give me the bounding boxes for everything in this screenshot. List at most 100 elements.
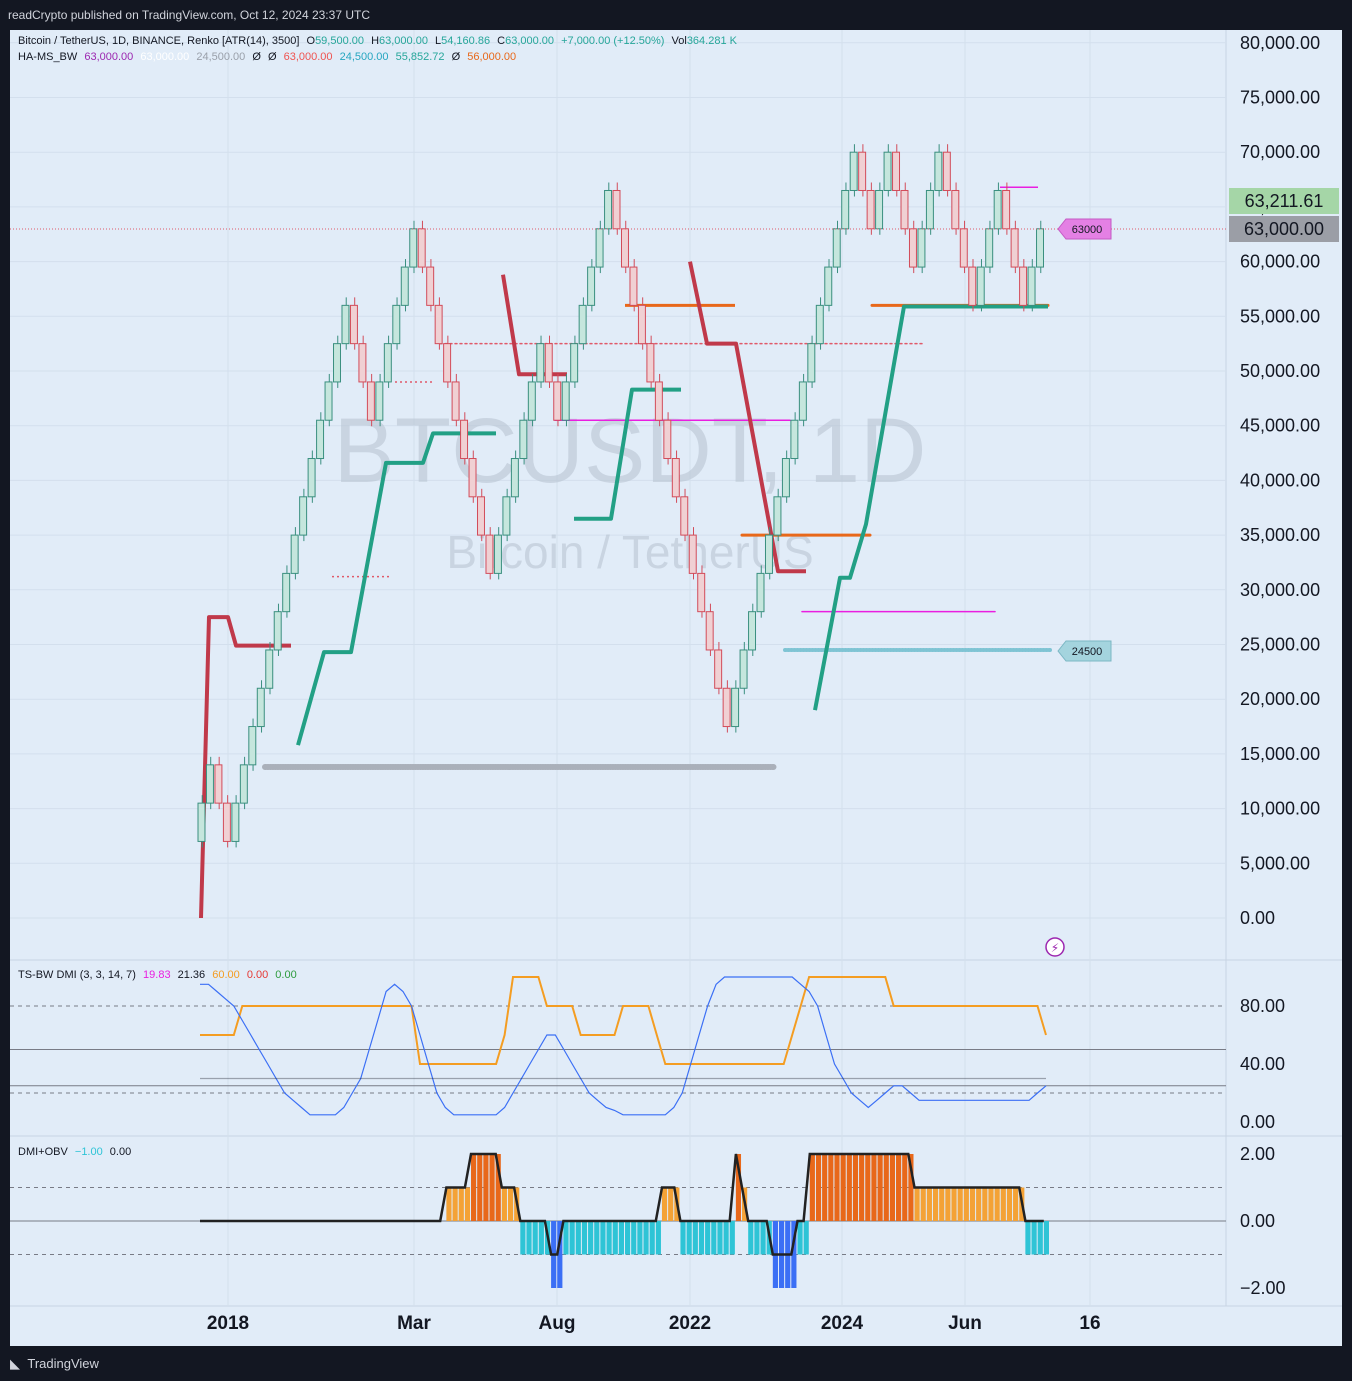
renko-brick-down [680, 496, 689, 536]
obv-bar [471, 1154, 477, 1221]
change-value: +7,000.00 (+12.50%) [561, 35, 665, 47]
renko-brick-down [637, 304, 646, 345]
obv-bar [988, 1187, 994, 1221]
obv-bar [865, 1154, 871, 1221]
obv-bar [822, 1154, 828, 1221]
renko-brick-down [1002, 189, 1011, 230]
renko-brick-down [654, 381, 663, 421]
obv-bar [489, 1154, 495, 1221]
y-tick-label: 75,000.00 [1240, 88, 1320, 108]
indicator-name: HA-MS_BW [18, 51, 78, 63]
obv-bar [631, 1221, 637, 1255]
y-tick-label: 70,000.00 [1240, 142, 1320, 162]
y-tick-label: 40,000.00 [1240, 470, 1320, 490]
renko-brick-down [468, 458, 477, 498]
renko-brick-up [375, 381, 384, 421]
renko-brick-down [671, 458, 680, 498]
chart-frame[interactable]: BTCUSDT, 1D Bitcoin / TetherUS 80.00 40.0… [10, 30, 1342, 1346]
indicator-value-1: 63,000.00 [84, 51, 134, 63]
dmi-value-2: 21.36 [177, 969, 206, 981]
obv-bar [957, 1187, 963, 1221]
footer-bar: ◣ TradingView [0, 1346, 1352, 1381]
alert-icon[interactable]: ⚡ [1045, 937, 1065, 957]
volume-value: 364.281 K [686, 35, 737, 47]
footer-brand: TradingView [27, 1356, 99, 1371]
renko-brick-up [239, 764, 248, 804]
obv-bar [1006, 1187, 1013, 1221]
obv-bar [951, 1187, 957, 1221]
obv-bar [932, 1187, 939, 1221]
obv-bar [625, 1221, 631, 1255]
dmi-value-1: 19.83 [143, 969, 171, 981]
obv-bar [705, 1221, 711, 1255]
obv-bar [846, 1154, 852, 1221]
renko-brick-up [587, 266, 596, 306]
renko-brick-up [256, 687, 265, 728]
y-tick-label: 55,000.00 [1240, 306, 1320, 326]
dmi-y-tick: 0.00 [1240, 1112, 1275, 1132]
obv-bar [446, 1187, 452, 1221]
y-tick-label: 60,000.00 [1240, 252, 1320, 272]
obv-bar [1043, 1221, 1049, 1255]
renko-brick-up [493, 534, 502, 574]
indicator-value-2: 63,000.00 [140, 51, 190, 63]
obv-bar [649, 1221, 655, 1255]
label-63000-text: 63000 [1072, 224, 1103, 236]
high-label: H [371, 35, 380, 47]
last-price-text: 63,211.61 [1245, 191, 1324, 211]
renko-brick-up [282, 572, 291, 613]
obv-bar [883, 1154, 889, 1221]
dmi-legend: TS-BW DMI (3, 3, 14, 7) 19.83 21.36 60.0… [18, 969, 301, 981]
renko-brick-up [764, 534, 773, 574]
renko-brick-up [570, 343, 579, 383]
obv-bar [926, 1187, 932, 1221]
obv-bar [859, 1154, 865, 1221]
renko-brick-down [908, 228, 917, 268]
renko-brick-down [443, 343, 452, 383]
renko-brick-down [553, 381, 562, 421]
obv-bar [501, 1187, 507, 1221]
renko-brick-down [426, 266, 435, 306]
renko-brick-down [222, 802, 231, 842]
renko-brick-up [917, 228, 926, 268]
indicator-legend: HA-MS_BW 63,000.00 63,000.00 24,500.00 Ø… [18, 51, 520, 63]
obv-bar [711, 1221, 717, 1255]
obv-legend: DMI+OBV −1.00 0.00 [18, 1146, 135, 1158]
indicator-value-7: 24,500.00 [339, 51, 389, 63]
obv-bar [1031, 1221, 1037, 1255]
renko-brick-up [925, 189, 934, 230]
y-tick-label: 30,000.00 [1240, 580, 1320, 600]
obv-bar [1000, 1187, 1006, 1221]
dmi-value-4: 0.00 [246, 969, 269, 981]
obv-bar [643, 1221, 649, 1255]
renko-brick-down [460, 419, 469, 460]
renko-brick-up [197, 802, 206, 842]
y-tick-label: 20,000.00 [1240, 689, 1320, 709]
renko-brick-up [1036, 228, 1045, 268]
dmi-pane[interactable] [10, 960, 1226, 1136]
renko-brick-down [646, 343, 655, 383]
obv-bar [939, 1187, 945, 1221]
renko-brick-down [663, 419, 672, 460]
obv-bar [452, 1187, 458, 1221]
y-tick-label: 35,000.00 [1240, 525, 1320, 545]
renko-brick-down [951, 189, 960, 230]
obv-bar [723, 1221, 729, 1255]
y-tick-label: 25,000.00 [1240, 635, 1320, 655]
renko-brick-down [358, 343, 367, 383]
obv-bar [606, 1221, 612, 1255]
label-24500: 24500 [1057, 640, 1112, 662]
chart-svg[interactable]: BTCUSDT, 1D Bitcoin / TetherUS 80.0040.0… [10, 30, 1342, 1346]
renko-brick-down [485, 534, 494, 574]
dmi-value-3: 60.00 [212, 969, 240, 981]
renko-brick-up [273, 611, 282, 651]
renko-brick-down [1019, 266, 1028, 306]
renko-brick-up [875, 189, 884, 230]
x-tick-label: 2024 [821, 1313, 864, 1334]
obv-bar [618, 1221, 624, 1255]
renko-brick-up [519, 419, 528, 460]
renko-brick-down [697, 572, 706, 613]
volume-label: Vol [671, 35, 687, 47]
obv-bar [686, 1221, 692, 1255]
obv-y-tick: −2.00 [1240, 1278, 1286, 1298]
